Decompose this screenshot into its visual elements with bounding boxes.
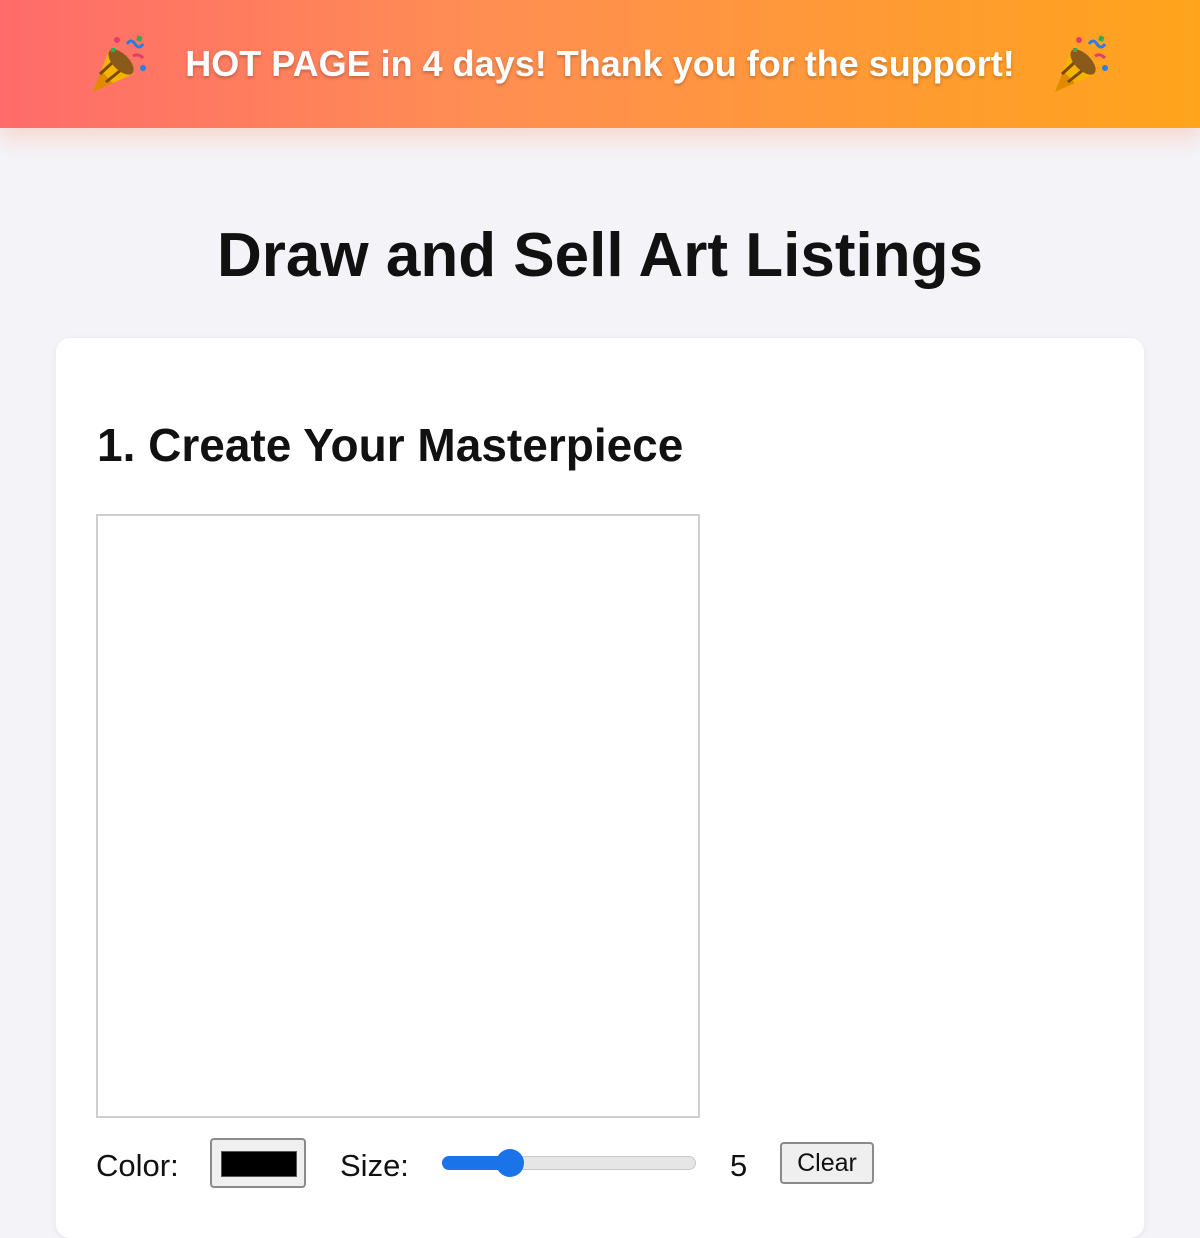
drawing-controls: Color: Size: 5 Clear [96,1138,996,1194]
announcement-banner: HOT PAGE in 4 days! Thank you for the su… [0,0,1200,128]
color-swatch-fill [221,1151,297,1177]
color-label: Color: [96,1148,179,1183]
clear-button[interactable]: Clear [780,1142,874,1184]
page-title: Draw and Sell Art Listings [217,221,983,290]
party-popper-icon [87,32,151,96]
banner-text: HOT PAGE in 4 days! Thank you for the su… [185,43,1015,84]
color-picker[interactable] [210,1138,306,1188]
size-slider-thumb[interactable] [496,1149,525,1177]
drawing-canvas[interactable] [96,514,700,1118]
size-value: 5 [730,1148,748,1183]
section-title: 1. Create Your Masterpiece [97,419,684,471]
party-popper-icon [1049,32,1113,96]
size-label: Size: [340,1148,409,1183]
drawing-card: 1. Create Your Masterpiece Color: Size: … [56,338,1144,1238]
